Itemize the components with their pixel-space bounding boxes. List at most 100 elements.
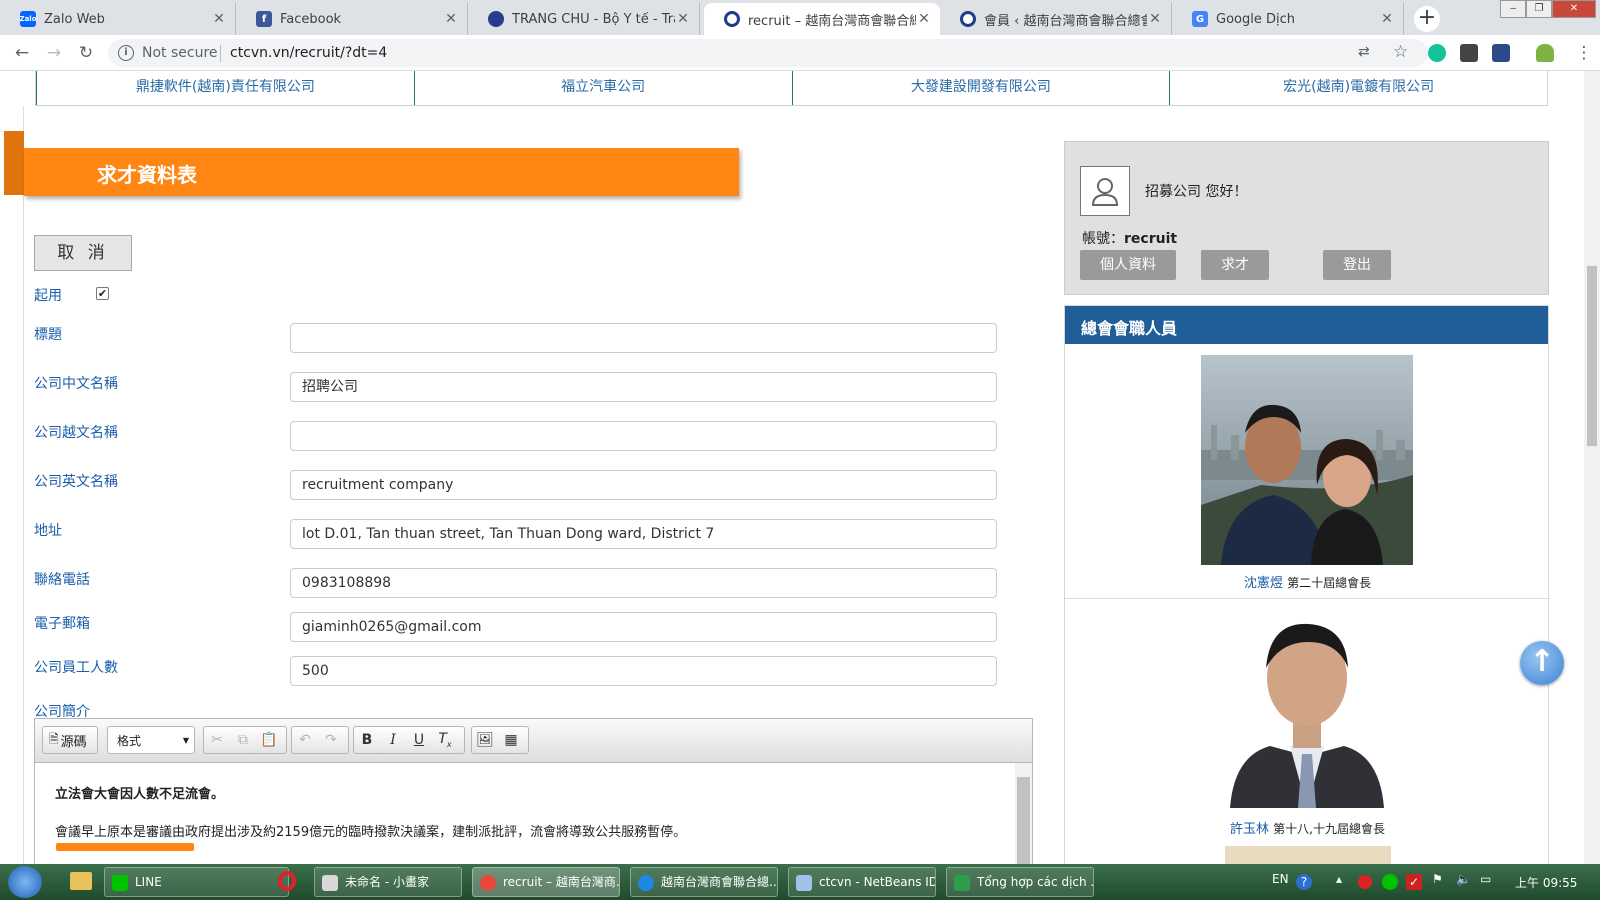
cancel-button[interactable]: 取 消 — [34, 235, 132, 271]
translate-icon[interactable]: ⇄ — [1358, 44, 1370, 60]
remove-format-icon[interactable]: Tx — [432, 731, 458, 749]
info-icon[interactable]: i — [118, 45, 134, 61]
flag-tray-icon[interactable]: ⚑ — [1432, 872, 1443, 886]
task-label: ctcvn - NetBeans ID... — [819, 875, 935, 889]
paste-icon[interactable]: 📋 — [256, 732, 282, 748]
forward-arrow-icon[interactable]: → — [44, 43, 64, 63]
task-label: 越南台灣商會聯合總... — [661, 875, 778, 889]
employees-input[interactable]: 500 — [290, 656, 997, 686]
company-link[interactable]: 鼎捷軟件(越南)責任有限公司 — [36, 71, 414, 105]
url-text[interactable]: ctcvn.vn/recruit/?dt=4 — [230, 45, 387, 61]
company-en-input[interactable]: recruitment company — [290, 470, 997, 500]
tab-label: TRANG CHỦ - Bộ Y tế - Trang t — [512, 11, 675, 27]
taskbar-item-netbeans[interactable]: ctcvn - NetBeans ID... — [788, 867, 936, 897]
close-icon[interactable]: ✕ — [443, 11, 459, 27]
image-icon[interactable]: 🖼 — [472, 732, 498, 748]
undo-group: ↶ ↷ — [291, 726, 349, 754]
language-indicator[interactable]: EN — [1272, 872, 1289, 886]
no-entry-icon[interactable] — [1358, 875, 1372, 889]
back-arrow-icon[interactable]: ← — [12, 43, 32, 63]
company-link[interactable]: 大發建設開發有限公司 — [791, 71, 1170, 105]
profile-button[interactable]: 個人資料 — [1080, 250, 1176, 280]
tab-facebook[interactable]: f Facebook ✕ — [236, 3, 468, 35]
address-input[interactable]: lot D.01, Tan thuan street, Tan Thuan Do… — [290, 519, 997, 549]
phone-input[interactable]: 0983108898 — [290, 568, 997, 598]
staff-panel: 總會會職人員 沈憲煜 第二十屆總會長 許玉林 第十八,十九屆總會長 — [1064, 305, 1550, 864]
download-extension-icon[interactable] — [1460, 44, 1478, 62]
android-icon[interactable] — [1536, 44, 1554, 62]
editor-toolbar: 🗎 源碼 格式 ▼ ✂ ⧉ 📋 ↶ ↷ B I U Tx 🖼 ▦ — [35, 719, 1032, 763]
format-dropdown[interactable]: 格式 ▼ — [107, 726, 195, 754]
company-link[interactable]: 福立汽車公司 — [413, 71, 792, 105]
address-bar[interactable]: i Not secure ctcvn.vn/recruit/?dt=4 ⇄ ☆ — [108, 39, 1428, 67]
staff-photo — [1201, 355, 1413, 565]
source-button[interactable]: 源碼 — [61, 731, 87, 750]
help-icon[interactable]: ? — [1296, 874, 1312, 890]
italic-icon[interactable]: I — [380, 732, 406, 748]
scroll-to-top-button[interactable]: ↑ — [1520, 641, 1564, 685]
cut-icon[interactable]: ✂ — [204, 732, 230, 748]
tab-boyte[interactable]: TRANG CHỦ - Bộ Y tế - Trang t ✕ — [468, 3, 700, 35]
clipboard-group: ✂ ⧉ 📋 — [203, 726, 287, 754]
staff-name[interactable]: 許玉林 — [1230, 822, 1269, 837]
company-vn-input[interactable] — [290, 421, 997, 451]
network-icon[interactable]: ▭ — [1480, 872, 1491, 886]
analytics-extension-icon[interactable] — [1492, 44, 1510, 62]
tab-recruit[interactable]: recruit – 越南台灣商會聯合總會 ✕ — [704, 3, 940, 35]
staff-role: 第二十屆總會長 — [1287, 576, 1372, 590]
volume-icon[interactable]: 🔈 — [1456, 872, 1471, 886]
editor-scrollbar[interactable] — [1015, 763, 1032, 864]
close-icon[interactable]: ✕ — [916, 11, 932, 27]
taskbar-item-line[interactable]: LINE — [104, 867, 289, 897]
company-cn-input[interactable]: 招聘公司 — [290, 372, 997, 402]
editor-paragraph: 會議早上原本是審議由政府提出涉及約2159億元的臨時撥款決議案，建制派批評，流會… — [55, 825, 687, 840]
undo-icon[interactable]: ↶ — [292, 732, 318, 748]
company-link[interactable]: 宏光(越南)電鍍有限公司 — [1169, 71, 1547, 105]
bold-icon[interactable]: B — [354, 732, 380, 748]
maximize-button[interactable]: ❐ — [1526, 0, 1552, 18]
star-icon[interactable]: ☆ — [1393, 42, 1408, 62]
ctcvn-favicon-icon — [724, 11, 740, 27]
start-button[interactable] — [8, 866, 42, 898]
copy-icon[interactable]: ⧉ — [230, 732, 256, 748]
enable-checkbox[interactable]: ✔ — [96, 287, 109, 300]
check-tray-icon[interactable]: ✓ — [1406, 874, 1422, 890]
scrollbar-thumb[interactable] — [1587, 266, 1597, 446]
close-window-button[interactable]: ✕ — [1552, 0, 1596, 18]
taskbar-item-ie[interactable]: 越南台灣商會聯合總... — [630, 867, 778, 897]
scrollbar-thumb[interactable] — [1017, 777, 1030, 864]
tab-google-translate[interactable]: G Google Dịch ✕ — [1172, 3, 1404, 35]
chat-tray-icon[interactable] — [1382, 874, 1398, 890]
close-icon[interactable]: ✕ — [1379, 11, 1395, 27]
taskbar-item-doc[interactable]: Tổng hợp các dịch ... — [946, 867, 1094, 897]
taskbar-item-chrome[interactable]: recruit – 越南台灣商... — [472, 867, 620, 897]
spreadsheet-icon — [954, 875, 970, 891]
title-input[interactable] — [290, 323, 997, 353]
chevron-up-icon[interactable]: ▴ — [1336, 872, 1342, 886]
staff-photo — [1230, 606, 1384, 808]
underline-icon[interactable]: U — [406, 732, 432, 748]
email-input[interactable]: giaminh0265@gmail.com — [290, 612, 997, 642]
minimize-button[interactable]: ‒ — [1500, 0, 1526, 18]
new-tab-button[interactable]: + — [1414, 6, 1440, 32]
table-icon[interactable]: ▦ — [498, 732, 524, 748]
grammarly-icon[interactable] — [1428, 44, 1446, 62]
taskbar-item-paint[interactable]: 未命名 - 小畫家 — [314, 867, 462, 897]
tab-zalo[interactable]: Zalo Zalo Web ✕ — [0, 3, 236, 35]
close-icon[interactable]: ✕ — [211, 11, 227, 27]
close-icon[interactable]: ✕ — [675, 11, 691, 27]
logout-button[interactable]: 登出 — [1323, 250, 1391, 280]
recruit-button[interactable]: 求才 — [1201, 250, 1269, 280]
file-explorer-icon[interactable] — [70, 872, 92, 890]
menu-icon[interactable]: ⋮ — [1574, 43, 1594, 63]
clock[interactable]: 上午 09:55 — [1515, 874, 1577, 891]
opera-icon[interactable] — [278, 871, 296, 891]
tab-member[interactable]: 會員 ‹ 越南台灣商會聯合總會 — ✕ — [940, 3, 1172, 35]
reload-icon[interactable]: ↻ — [76, 43, 96, 63]
tab-label: 會員 ‹ 越南台灣商會聯合總會 — — [984, 13, 1147, 29]
windows-taskbar: LINE 未命名 - 小畫家 recruit – 越南台灣商... 越南台灣商會… — [0, 864, 1600, 900]
staff-name[interactable]: 沈憲煜 — [1244, 576, 1283, 591]
redo-icon[interactable]: ↷ — [318, 732, 344, 748]
page-scrollbar[interactable] — [1584, 71, 1600, 864]
close-icon[interactable]: ✕ — [1147, 11, 1163, 27]
